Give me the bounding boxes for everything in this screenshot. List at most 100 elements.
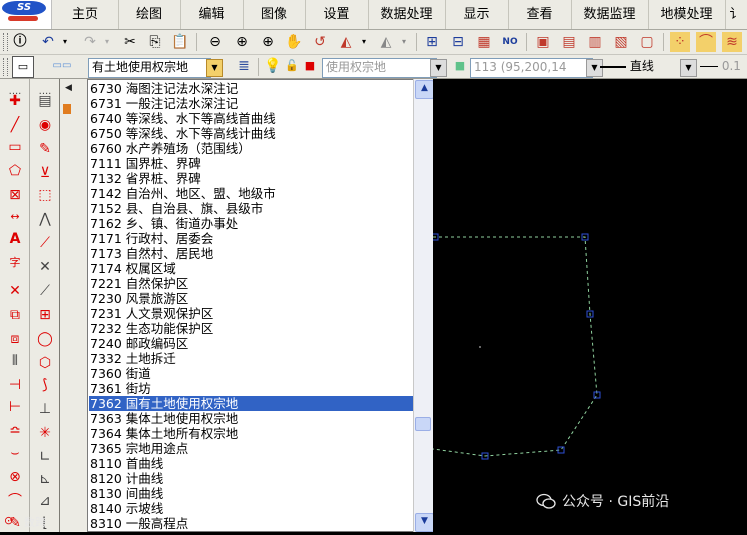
curve-edit-icon[interactable]: ⟆ xyxy=(34,375,56,395)
list-item[interactable]: 7231 人文景观保护区 xyxy=(89,306,416,321)
measure-icon[interactable]: ⊻ xyxy=(34,163,56,183)
move-object-icon[interactable]: ⧈ xyxy=(4,329,26,349)
fillet-icon[interactable]: ⌣ xyxy=(4,443,26,463)
mirror-icon[interactable]: ⫴ xyxy=(4,351,26,371)
list-item[interactable]: 7111 国界桩、界碑 xyxy=(89,156,416,171)
intersect-icon[interactable]: ✕ xyxy=(34,257,56,277)
no-icon[interactable]: NO xyxy=(500,32,520,52)
info-icon[interactable]: ⓘ xyxy=(10,32,30,52)
list-item[interactable]: 8110 首曲线 xyxy=(89,456,416,471)
extend-icon[interactable]: ⊢ xyxy=(4,397,26,417)
menu-data-processing[interactable]: 数据处理 xyxy=(368,0,446,29)
layer-code-select[interactable]: 有土地使用权宗地 xyxy=(88,58,211,78)
undo-dropdown-icon[interactable]: ▾ xyxy=(55,32,75,52)
lightbulb-icon[interactable]: 💡 xyxy=(263,56,283,76)
axis-icon[interactable]: ⊾ xyxy=(34,469,56,489)
parcel-boundary[interactable] xyxy=(432,236,598,457)
grid-select-icon[interactable]: ⊞ xyxy=(34,305,56,325)
feature-code-list[interactable]: 6730 海图注记法水深注记 6731 一般注记法水深注记 6740 等深线、水下等… xyxy=(87,79,433,532)
menu-data-supervision[interactable]: 数据监理 xyxy=(571,0,649,29)
list-item[interactable]: 8140 示坡线 xyxy=(89,501,416,516)
toolbar-grip[interactable] xyxy=(3,33,8,51)
frame-icon[interactable]: ▢ xyxy=(637,32,657,52)
linewidth-field[interactable]: 0.1 xyxy=(700,58,747,76)
list-item[interactable]: 6730 海图注记法水深注记 xyxy=(89,81,416,96)
report-icon[interactable]: ▧ xyxy=(611,32,631,52)
eye-icon[interactable]: ◉ xyxy=(34,115,56,135)
point-icon[interactable]: ✚ xyxy=(4,91,26,111)
diagonal-icon[interactable]: ⟋ xyxy=(34,281,56,301)
list-item[interactable]: 7173 自然村、居民地 xyxy=(89,246,416,261)
list-item[interactable]: 7174 权属区域 xyxy=(89,261,416,276)
layers-icon[interactable]: ≣ xyxy=(234,56,254,76)
contour-icon[interactable]: ≋ xyxy=(722,32,742,52)
layer-name-dropdown-icon[interactable]: ▼ xyxy=(430,59,447,77)
tile-icon[interactable]: ⊟ xyxy=(448,32,468,52)
menu-edit[interactable]: 编辑 xyxy=(180,0,244,29)
hatch-icon[interactable]: ⊠ xyxy=(4,185,26,205)
menu-settings[interactable]: 设置 xyxy=(305,0,369,29)
brush-icon[interactable]: ✎ xyxy=(34,139,56,159)
list-item[interactable]: 7364 集体土地所有权宗地 xyxy=(89,426,416,441)
menu-more[interactable]: 讠 xyxy=(725,0,747,29)
select-box-icon[interactable]: ⬚ xyxy=(34,185,56,205)
linetype-dropdown-icon[interactable]: ▼ xyxy=(680,59,697,77)
star-icon[interactable]: ✳ xyxy=(34,423,56,443)
menu-image[interactable]: 图像 xyxy=(243,0,306,29)
list-item[interactable]: 6740 等深线、水下等高线首曲线 xyxy=(89,111,416,126)
toolbar-grip[interactable] xyxy=(3,58,8,76)
page-icon[interactable]: ▤ xyxy=(34,91,56,111)
list-item[interactable]: 7162 乡、镇、街道办事处 xyxy=(89,216,416,231)
color-square-icon[interactable]: ■ xyxy=(300,56,320,76)
list-item[interactable]: 8310 一般高程点 xyxy=(89,516,416,531)
list-item[interactable]: 7171 行政村、居委会 xyxy=(89,231,416,246)
list-item[interactable]: 7363 集体土地使用权宗地 xyxy=(89,411,416,426)
drawing-canvas[interactable] xyxy=(431,79,747,532)
copy-object-icon[interactable]: ⧉ xyxy=(4,305,26,325)
text-icon[interactable]: A xyxy=(4,229,26,249)
scrollbar-thumb[interactable] xyxy=(415,417,431,431)
list-item[interactable]: 6760 水产养殖场（范围线） xyxy=(89,141,416,156)
menu-view[interactable]: 查看 xyxy=(508,0,572,29)
snap-dropdown-icon[interactable]: ▾ xyxy=(394,32,414,52)
list-item[interactable]: 7142 自治州、地区、盟、地级市 xyxy=(89,186,416,201)
scroll-up-icon[interactable]: ▲ xyxy=(415,80,434,99)
paste-icon[interactable]: 📋 xyxy=(170,32,190,52)
menu-display[interactable]: 显示 xyxy=(445,0,509,29)
symbol-icon[interactable]: ⊗ xyxy=(4,467,26,487)
color-field[interactable]: 113 (95,200,14 xyxy=(470,58,593,78)
list-item[interactable]: 7152 县、自治县、旗、县级市 xyxy=(89,201,416,216)
redo-dropdown-icon[interactable]: ▾ xyxy=(97,32,117,52)
list-item[interactable]: 6750 等深线、水下等高线计曲线 xyxy=(89,126,416,141)
arc-icon[interactable]: ⌒ xyxy=(4,491,26,511)
zoom-out-icon[interactable]: ⊖ xyxy=(205,32,225,52)
curve-icon[interactable]: ⌒ xyxy=(696,32,716,52)
zoom-window-icon[interactable]: ⊕ xyxy=(258,32,278,52)
list-item[interactable]: 7132 省界桩、界碑 xyxy=(89,171,416,186)
table-icon[interactable]: ▦ xyxy=(474,32,494,52)
dimension-icon[interactable]: ↔ xyxy=(4,207,26,227)
snap-icon[interactable]: ◭ xyxy=(376,32,396,52)
grid-icon[interactable]: ⊞ xyxy=(422,32,442,52)
corner-icon[interactable]: ⊿ xyxy=(34,491,56,511)
layer-name-field[interactable]: 使用权宗地 xyxy=(322,58,437,78)
list-item[interactable]: 7360 街道 xyxy=(89,366,416,381)
layer-code-dropdown-icon[interactable]: ▼ xyxy=(206,59,223,77)
list-item[interactable]: 7230 风景旅游区 xyxy=(89,291,416,306)
list-item[interactable]: 8120 计曲线 xyxy=(89,471,416,486)
menu-draw[interactable]: 绘图 xyxy=(118,0,181,29)
layer-preview-icon[interactable]: ▭ xyxy=(12,56,34,78)
menu-terrain-processing[interactable]: 地模处理 xyxy=(648,0,726,29)
hexagon-icon[interactable]: ⬡ xyxy=(34,353,56,373)
angle-icon[interactable]: ∟ xyxy=(34,447,56,467)
list-scrollbar[interactable]: ▲ ▼ xyxy=(413,79,434,532)
connect-icon[interactable]: ⟋ xyxy=(34,233,56,253)
pan-hand-icon[interactable]: ✋ xyxy=(284,32,304,52)
menu-home[interactable]: 主页 xyxy=(52,0,119,29)
trim-icon[interactable]: ⊣ xyxy=(4,375,26,395)
redraw-icon[interactable]: ↺ xyxy=(310,32,330,52)
text-style-icon[interactable]: 字 xyxy=(4,253,26,273)
zoom-in-icon[interactable]: ⊕ xyxy=(232,32,252,52)
list-item[interactable]: 7361 街坊 xyxy=(89,381,416,396)
list-item-selected[interactable]: 7362 国有土地使用权宗地 xyxy=(89,396,416,411)
